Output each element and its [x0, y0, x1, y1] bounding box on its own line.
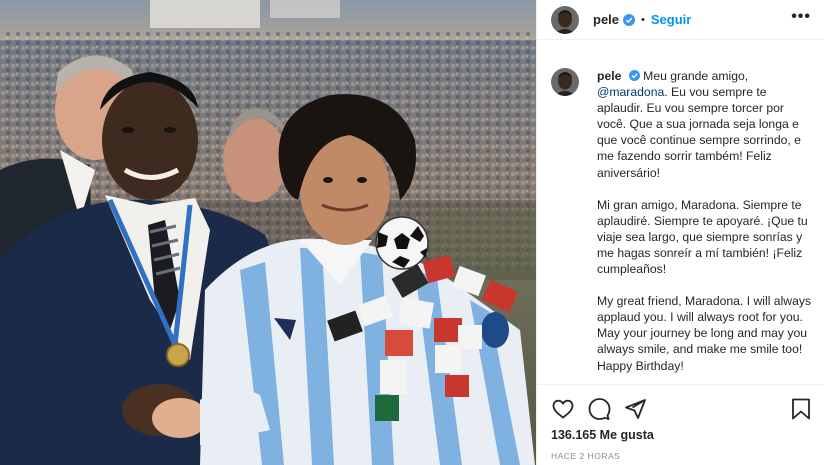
caption-paragraph-pt: pele Meu grande amigo, @maradona. Eu vou … [597, 68, 815, 181]
post-photo[interactable] [0, 0, 536, 465]
caption: pele Meu grande amigo, @maradona. Eu vou … [551, 68, 815, 390]
photo-illustration [0, 0, 536, 465]
mention-link[interactable]: @maradona [597, 85, 664, 99]
action-bar [537, 384, 824, 432]
verified-badge-icon [623, 13, 636, 26]
verified-badge-icon [628, 70, 640, 81]
avatar-image [551, 5, 579, 34]
username-link[interactable]: pele [593, 12, 619, 27]
share-icon[interactable] [623, 397, 647, 421]
caption-paragraph-es: Mi gran amigo, Maradona. Siempre te apla… [597, 197, 808, 277]
avatar[interactable] [551, 5, 579, 34]
avatar-image [551, 68, 579, 96]
post-timestamp[interactable]: HACE 2 HORAS [551, 451, 620, 461]
bookmark-icon[interactable] [789, 397, 813, 421]
caption-text: pele Meu grande amigo, @maradona. Eu vou … [597, 68, 815, 390]
separator-dot: • [641, 13, 645, 26]
follow-button[interactable]: Seguir [651, 12, 691, 27]
likes-count[interactable]: 136.165 Me gusta [551, 428, 654, 442]
heart-icon[interactable] [551, 397, 575, 421]
caption-line1: Meu grande amigo, [643, 69, 749, 83]
caption-paragraph-en: My great friend, Maradona. I will always… [597, 294, 812, 373]
post-sidebar: pele • Seguir ••• pele Meu grande amigo,… [536, 0, 824, 465]
caption-username[interactable]: pele [597, 69, 621, 83]
caption-avatar[interactable] [551, 68, 579, 96]
instagram-post: pele • Seguir ••• pele Meu grande amigo,… [0, 0, 824, 465]
comment-icon[interactable] [587, 397, 611, 421]
more-options-button[interactable]: ••• [791, 8, 811, 26]
post-header: pele • Seguir ••• [537, 0, 824, 40]
caption-pt-text: . Eu vou sempre te aplaudir. Eu vou semp… [597, 85, 801, 180]
